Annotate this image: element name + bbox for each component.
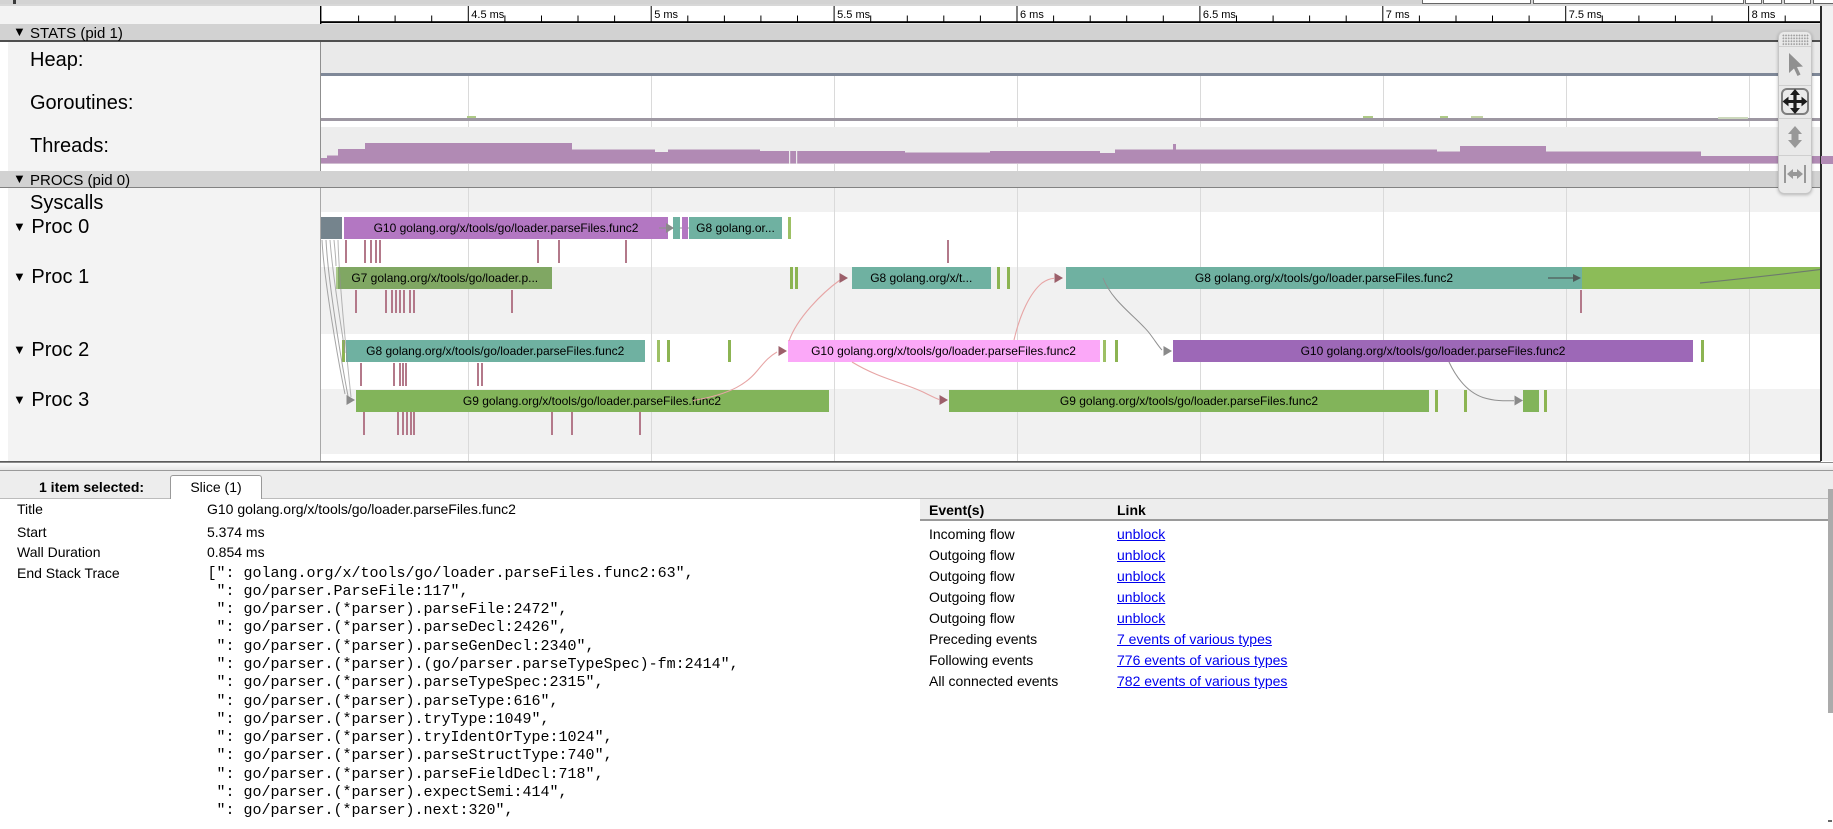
svg-text:5 ms: 5 ms	[654, 9, 678, 21]
svg-text:4.5 ms: 4.5 ms	[471, 9, 505, 21]
svg-text:7 ms: 7 ms	[1386, 9, 1410, 21]
svg-text:7.5 ms: 7.5 ms	[1569, 9, 1603, 21]
svg-text:8 ms: 8 ms	[1752, 9, 1776, 21]
svg-text:6.5 ms: 6.5 ms	[1203, 9, 1237, 21]
svg-text:5.5 ms: 5.5 ms	[837, 9, 871, 21]
svg-text:6 ms: 6 ms	[1020, 9, 1044, 21]
